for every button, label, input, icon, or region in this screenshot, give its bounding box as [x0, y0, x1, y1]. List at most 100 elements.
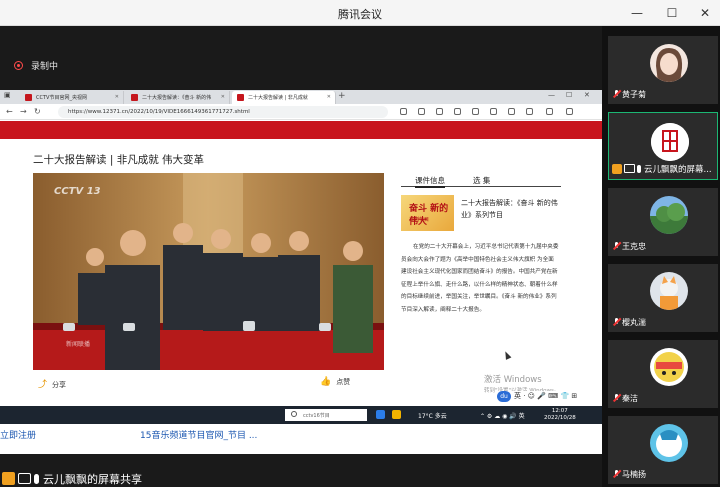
series-thumbnail[interactable]: 奋斗 新的伟大 系列节目 — [401, 195, 454, 231]
shared-screen-area: 录制中 ▣ CCTV节目官网_央视网 ✕ 二十大报告解读：《奋斗 新的伟 ✕ 二… — [0, 26, 602, 487]
info-tabs: 课件信息 选 集 — [401, 175, 561, 188]
participant-tile[interactable]: 黄子菊 — [608, 36, 718, 104]
screen-share-icon — [624, 164, 635, 173]
video-watermark: 新闻联播 — [66, 341, 91, 348]
zoom-icon[interactable] — [418, 108, 425, 115]
page-title: 二十大报告解读 | 非凡成就 伟大变革 — [33, 154, 205, 166]
video-player[interactable]: CCTV 13 新闻联播 — [33, 173, 384, 370]
tab-label: CCTV节目官网_央视网 — [36, 95, 87, 101]
ime-toolbar[interactable]: du 英 · ☺ 🎤 ⌨ 👕 ⊞ — [497, 391, 578, 402]
window-title: 腾讯会议 — [338, 8, 382, 21]
site-header-bar — [0, 121, 602, 139]
series-title[interactable]: 二十大报告解读：《奋斗 新的伟业》系列节目 — [461, 197, 559, 221]
mouse-cursor-icon — [502, 350, 512, 360]
url-input[interactable]: https://www.12371.cn/2022/10/19/VIDE1666… — [58, 106, 388, 118]
edge-app-icon[interactable] — [376, 410, 385, 419]
participant-name: 黄子菊 — [613, 89, 646, 100]
thumbnail-title: 奋斗 新的伟大 — [409, 204, 449, 227]
cctv-logo: CCTV 13 — [54, 186, 101, 197]
participant-tile[interactable]: 樱丸湍 — [608, 264, 718, 332]
shared-screen: ▣ CCTV节目官网_央视网 ✕ 二十大报告解读：《奋斗 新的伟 ✕ 二十大报告… — [0, 90, 602, 454]
tab-close-icon[interactable]: ✕ — [327, 94, 331, 100]
participant-tile[interactable]: 王克忠 — [608, 188, 718, 256]
tracking-icon[interactable] — [454, 108, 461, 115]
participant-avatar — [650, 196, 688, 234]
participant-name: 樱丸湍 — [613, 317, 646, 328]
clock-date: 2022/10/28 — [544, 415, 576, 421]
baidu-ime-icon: du — [497, 391, 511, 402]
share-icon: ⤴ — [38, 380, 48, 390]
mic-muted-icon — [613, 242, 620, 250]
read-aloud-icon[interactable] — [400, 108, 407, 115]
browser-tab-cctv[interactable]: CCTV节目官网_央视网 ✕ — [20, 91, 124, 104]
more-menu-icon[interactable] — [566, 108, 573, 115]
system-tray-icons[interactable]: ⌃ ⚙ ☁ ◉ 🔊 英 — [480, 411, 525, 420]
participant-avatar — [651, 123, 689, 161]
tab-label: 二十大报告解读：《奋斗 新的伟 — [142, 95, 212, 101]
collections-icon[interactable] — [526, 108, 533, 115]
close-button[interactable]: ✕ — [694, 2, 716, 24]
taskbar-clock[interactable]: 12:07 2022/10/28 — [544, 408, 576, 422]
series-description: 在党的二十大开幕会上，习近平总书记代表第十九届中央委员会向大会作了题为《高举中国… — [401, 244, 559, 313]
windows-taskbar: cctv16节目 17°C 多云 ⌃ ⚙ ☁ ◉ 🔊 英 12:07 2022/… — [0, 406, 602, 424]
like-button[interactable]: 👍 点赞 — [320, 377, 350, 387]
ime-mode: 英 — [514, 392, 521, 400]
register-link[interactable]: 立即注册 — [0, 428, 36, 441]
weather-widget[interactable]: 17°C 多云 — [418, 411, 447, 420]
recording-indicator[interactable]: 录制中 — [14, 59, 58, 72]
title-bar: 腾讯会议 — ☐ ✕ — [0, 0, 720, 26]
taskbar-search-input[interactable]: cctv16节目 — [285, 409, 367, 421]
sharer-name: 云儿飘飘的屏幕共享 — [43, 473, 142, 486]
folder-app-icon[interactable] — [392, 410, 401, 419]
tab-course-info[interactable]: 课件信息 — [415, 175, 445, 188]
mic-muted-icon — [613, 470, 620, 478]
new-tab-button[interactable]: + — [338, 91, 346, 101]
meeting-app: 腾讯会议 — ☐ ✕ 录制中 ▣ CCTV节目官网_央视网 ✕ 二十大报告解读：… — [0, 0, 720, 487]
screen-sharer-label: 云儿飘飘的屏幕共享 — [0, 471, 142, 487]
browser-tab-series[interactable]: 二十大报告解读：《奋斗 新的伟 ✕ — [126, 91, 230, 104]
search-icon — [291, 411, 297, 417]
window-minimize-icon[interactable]: — — [548, 91, 555, 99]
app-icon[interactable] — [436, 108, 443, 115]
host-icon — [612, 164, 622, 174]
share-label: 分享 — [52, 381, 67, 389]
clock-time: 12:07 — [551, 408, 568, 414]
recording-label: 录制中 — [31, 62, 59, 72]
participant-tile[interactable]: 秦洁 — [608, 340, 718, 408]
tab-episodes[interactable]: 选 集 — [473, 175, 490, 186]
split-screen-icon[interactable] — [490, 108, 497, 115]
profile-icon[interactable] — [546, 108, 553, 115]
mic-muted-icon — [613, 318, 620, 326]
mic-icon — [637, 165, 641, 173]
browser-tab-active[interactable]: 二十大报告解读 | 非凡成就 ✕ — [232, 91, 336, 104]
favicon-icon — [25, 94, 32, 101]
window-restore-icon[interactable]: ☐ — [566, 91, 572, 99]
mic-muted-icon — [613, 394, 620, 402]
minimize-button[interactable]: — — [626, 2, 648, 24]
thumbnail-subtitle: 系列节目 — [409, 217, 430, 223]
participant-name: 云儿飘飘的屏幕... — [612, 163, 712, 175]
share-button[interactable]: ⤴ 分享 — [38, 377, 66, 390]
tab-close-icon[interactable]: ✕ — [221, 94, 225, 100]
favorites-icon[interactable] — [508, 108, 515, 115]
music-channel-link[interactable]: 15音乐频道节目官网_节目 ... — [140, 428, 257, 441]
participant-panel: 黄子菊 云儿飘飘的屏幕... 王克忠 樱丸湍 秦洁 马楠扬 — [602, 26, 720, 487]
favicon-icon — [237, 94, 244, 101]
tab-actions-icon[interactable]: ▣ — [4, 91, 11, 99]
back-icon[interactable]: ← — [6, 107, 13, 116]
address-bar: ← → ↻ https://www.12371.cn/2022/10/19/VI… — [0, 104, 602, 120]
like-label: 点赞 — [336, 378, 351, 386]
maximize-button[interactable]: ☐ — [661, 2, 683, 24]
participant-tile-sharing[interactable]: 云儿飘飘的屏幕... — [608, 112, 718, 180]
taskbar-search-text: cctv16节目 — [303, 413, 330, 419]
window-close-icon[interactable]: ✕ — [584, 91, 590, 99]
favorite-star-icon[interactable] — [472, 108, 479, 115]
forward-icon[interactable]: → — [20, 107, 27, 116]
participant-avatar — [650, 348, 688, 386]
tab-close-icon[interactable]: ✕ — [115, 94, 119, 100]
refresh-icon[interactable]: ↻ — [34, 107, 41, 116]
participant-name: 秦洁 — [613, 393, 638, 404]
participant-tile[interactable]: 马楠扬 — [608, 416, 718, 484]
activation-title: 激活 Windows — [484, 375, 542, 385]
thumbs-up-icon: 👍 — [320, 377, 332, 387]
